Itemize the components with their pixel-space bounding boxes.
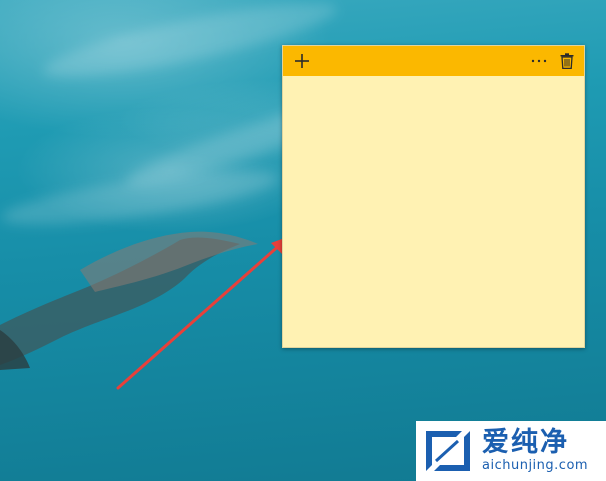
trash-icon [560, 53, 574, 69]
note-text-area[interactable] [283, 76, 584, 347]
sticky-note-window[interactable] [282, 45, 585, 348]
diver-image [0, 231, 258, 370]
watermark-title: 爱纯净 [482, 427, 569, 458]
more-options-button[interactable] [528, 50, 550, 72]
watermark-text: 爱纯净 aichunjing.com [482, 428, 588, 474]
desktop-wallpaper: 爱纯净 aichunjing.com [0, 0, 606, 481]
note-header[interactable] [283, 46, 584, 76]
site-watermark: 爱纯净 aichunjing.com [416, 421, 606, 481]
delete-note-button[interactable] [556, 50, 578, 72]
site-logo-icon [426, 431, 470, 471]
more-options-icon [531, 59, 547, 63]
new-note-button[interactable] [291, 50, 313, 72]
watermark-url: aichunjing.com [482, 458, 589, 473]
plus-icon [295, 54, 309, 68]
